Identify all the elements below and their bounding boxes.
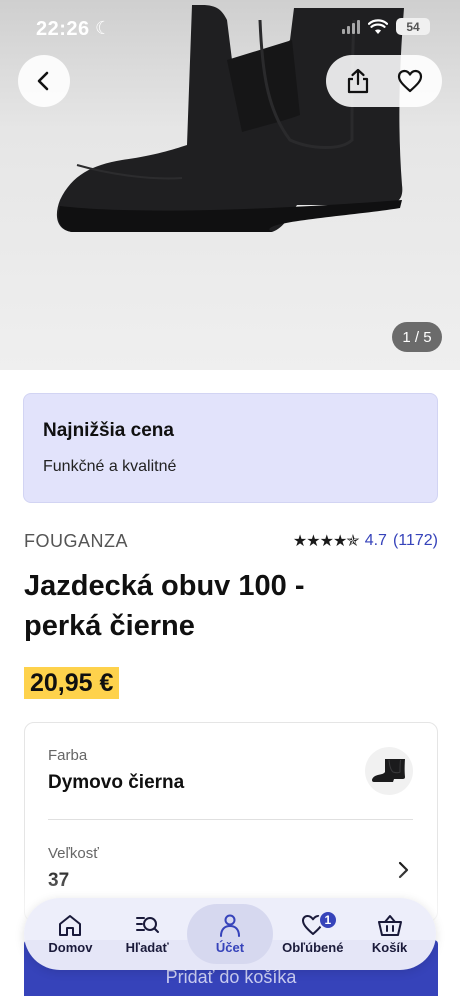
heart-icon bbox=[397, 69, 423, 93]
bottom-tab-bar: Domov Hľadať Účet 1 Obľúbené Košík bbox=[24, 898, 436, 970]
tab-cart[interactable]: Košík bbox=[353, 904, 427, 964]
product-title-line-1: Jazdecká obuv 100 - bbox=[24, 570, 305, 602]
price-tag: 20,95 € bbox=[24, 667, 120, 699]
share-button[interactable] bbox=[336, 59, 380, 103]
home-icon bbox=[59, 915, 82, 936]
color-value: Dymovo čierna bbox=[48, 772, 185, 793]
color-label: Farba bbox=[48, 747, 88, 764]
tab-favorites-label: Obľúbené bbox=[282, 940, 344, 955]
rating-value: 4.7 bbox=[364, 532, 387, 549]
chevron-left-icon bbox=[37, 71, 49, 91]
favorite-button[interactable] bbox=[388, 59, 432, 103]
promo-subtitle: Funkčné a kvalitné bbox=[43, 458, 177, 475]
promo-banner: Najnižšia cena Funkčné a kvalitné bbox=[23, 393, 438, 503]
tab-search[interactable]: Hľadať bbox=[110, 904, 184, 964]
wifi-icon bbox=[368, 18, 388, 34]
battery-indicator: 54 bbox=[396, 18, 430, 35]
tab-favorites[interactable]: 1 Obľúbené bbox=[276, 904, 350, 964]
product-title: Jazdecká obuv 100 - perká čierne bbox=[24, 566, 424, 646]
tab-home-label: Domov bbox=[48, 940, 93, 955]
rating-stars-icon: ★★★★✯ bbox=[292, 533, 360, 550]
product-title-line-2: perká čierne bbox=[24, 610, 195, 642]
share-icon bbox=[347, 68, 369, 94]
moon-icon: ☾ bbox=[95, 18, 112, 38]
back-button[interactable] bbox=[18, 55, 70, 107]
basket-icon bbox=[377, 915, 402, 936]
rating-count: (1172) bbox=[392, 532, 438, 549]
product-actions bbox=[326, 55, 442, 107]
color-thumbnail[interactable] bbox=[365, 747, 413, 795]
brand-name[interactable]: FOUGANZA bbox=[24, 531, 128, 552]
image-counter: 1 / 5 bbox=[392, 322, 442, 352]
product-gallery[interactable]: 22:26 ☾ 54 1 / 5 bbox=[0, 0, 460, 370]
color-option[interactable]: Farba Dymovo čierna bbox=[48, 747, 184, 794]
search-icon bbox=[136, 917, 160, 933]
brand-rating-row: FOUGANZA ★★★★✯ 4.7 (1172) bbox=[24, 530, 438, 552]
status-bar: 22:26 ☾ 54 bbox=[0, 0, 460, 60]
boot-thumbnail-icon bbox=[372, 759, 405, 782]
tab-account-label: Účet bbox=[215, 940, 245, 955]
tab-search-label: Hľadať bbox=[125, 940, 169, 955]
rating[interactable]: ★★★★✯ 4.7 (1172) bbox=[293, 531, 438, 551]
promo-title: Najnižšia cena bbox=[43, 420, 174, 441]
signal-icon bbox=[342, 19, 360, 34]
favorites-count-badge: 1 bbox=[317, 910, 338, 930]
tab-cart-label: Košík bbox=[371, 940, 408, 955]
account-icon bbox=[219, 914, 240, 937]
tab-account[interactable]: Účet bbox=[186, 904, 273, 964]
status-time: 22:26 bbox=[36, 18, 90, 40]
tab-home[interactable]: Domov bbox=[33, 904, 107, 964]
options-divider bbox=[48, 819, 413, 820]
